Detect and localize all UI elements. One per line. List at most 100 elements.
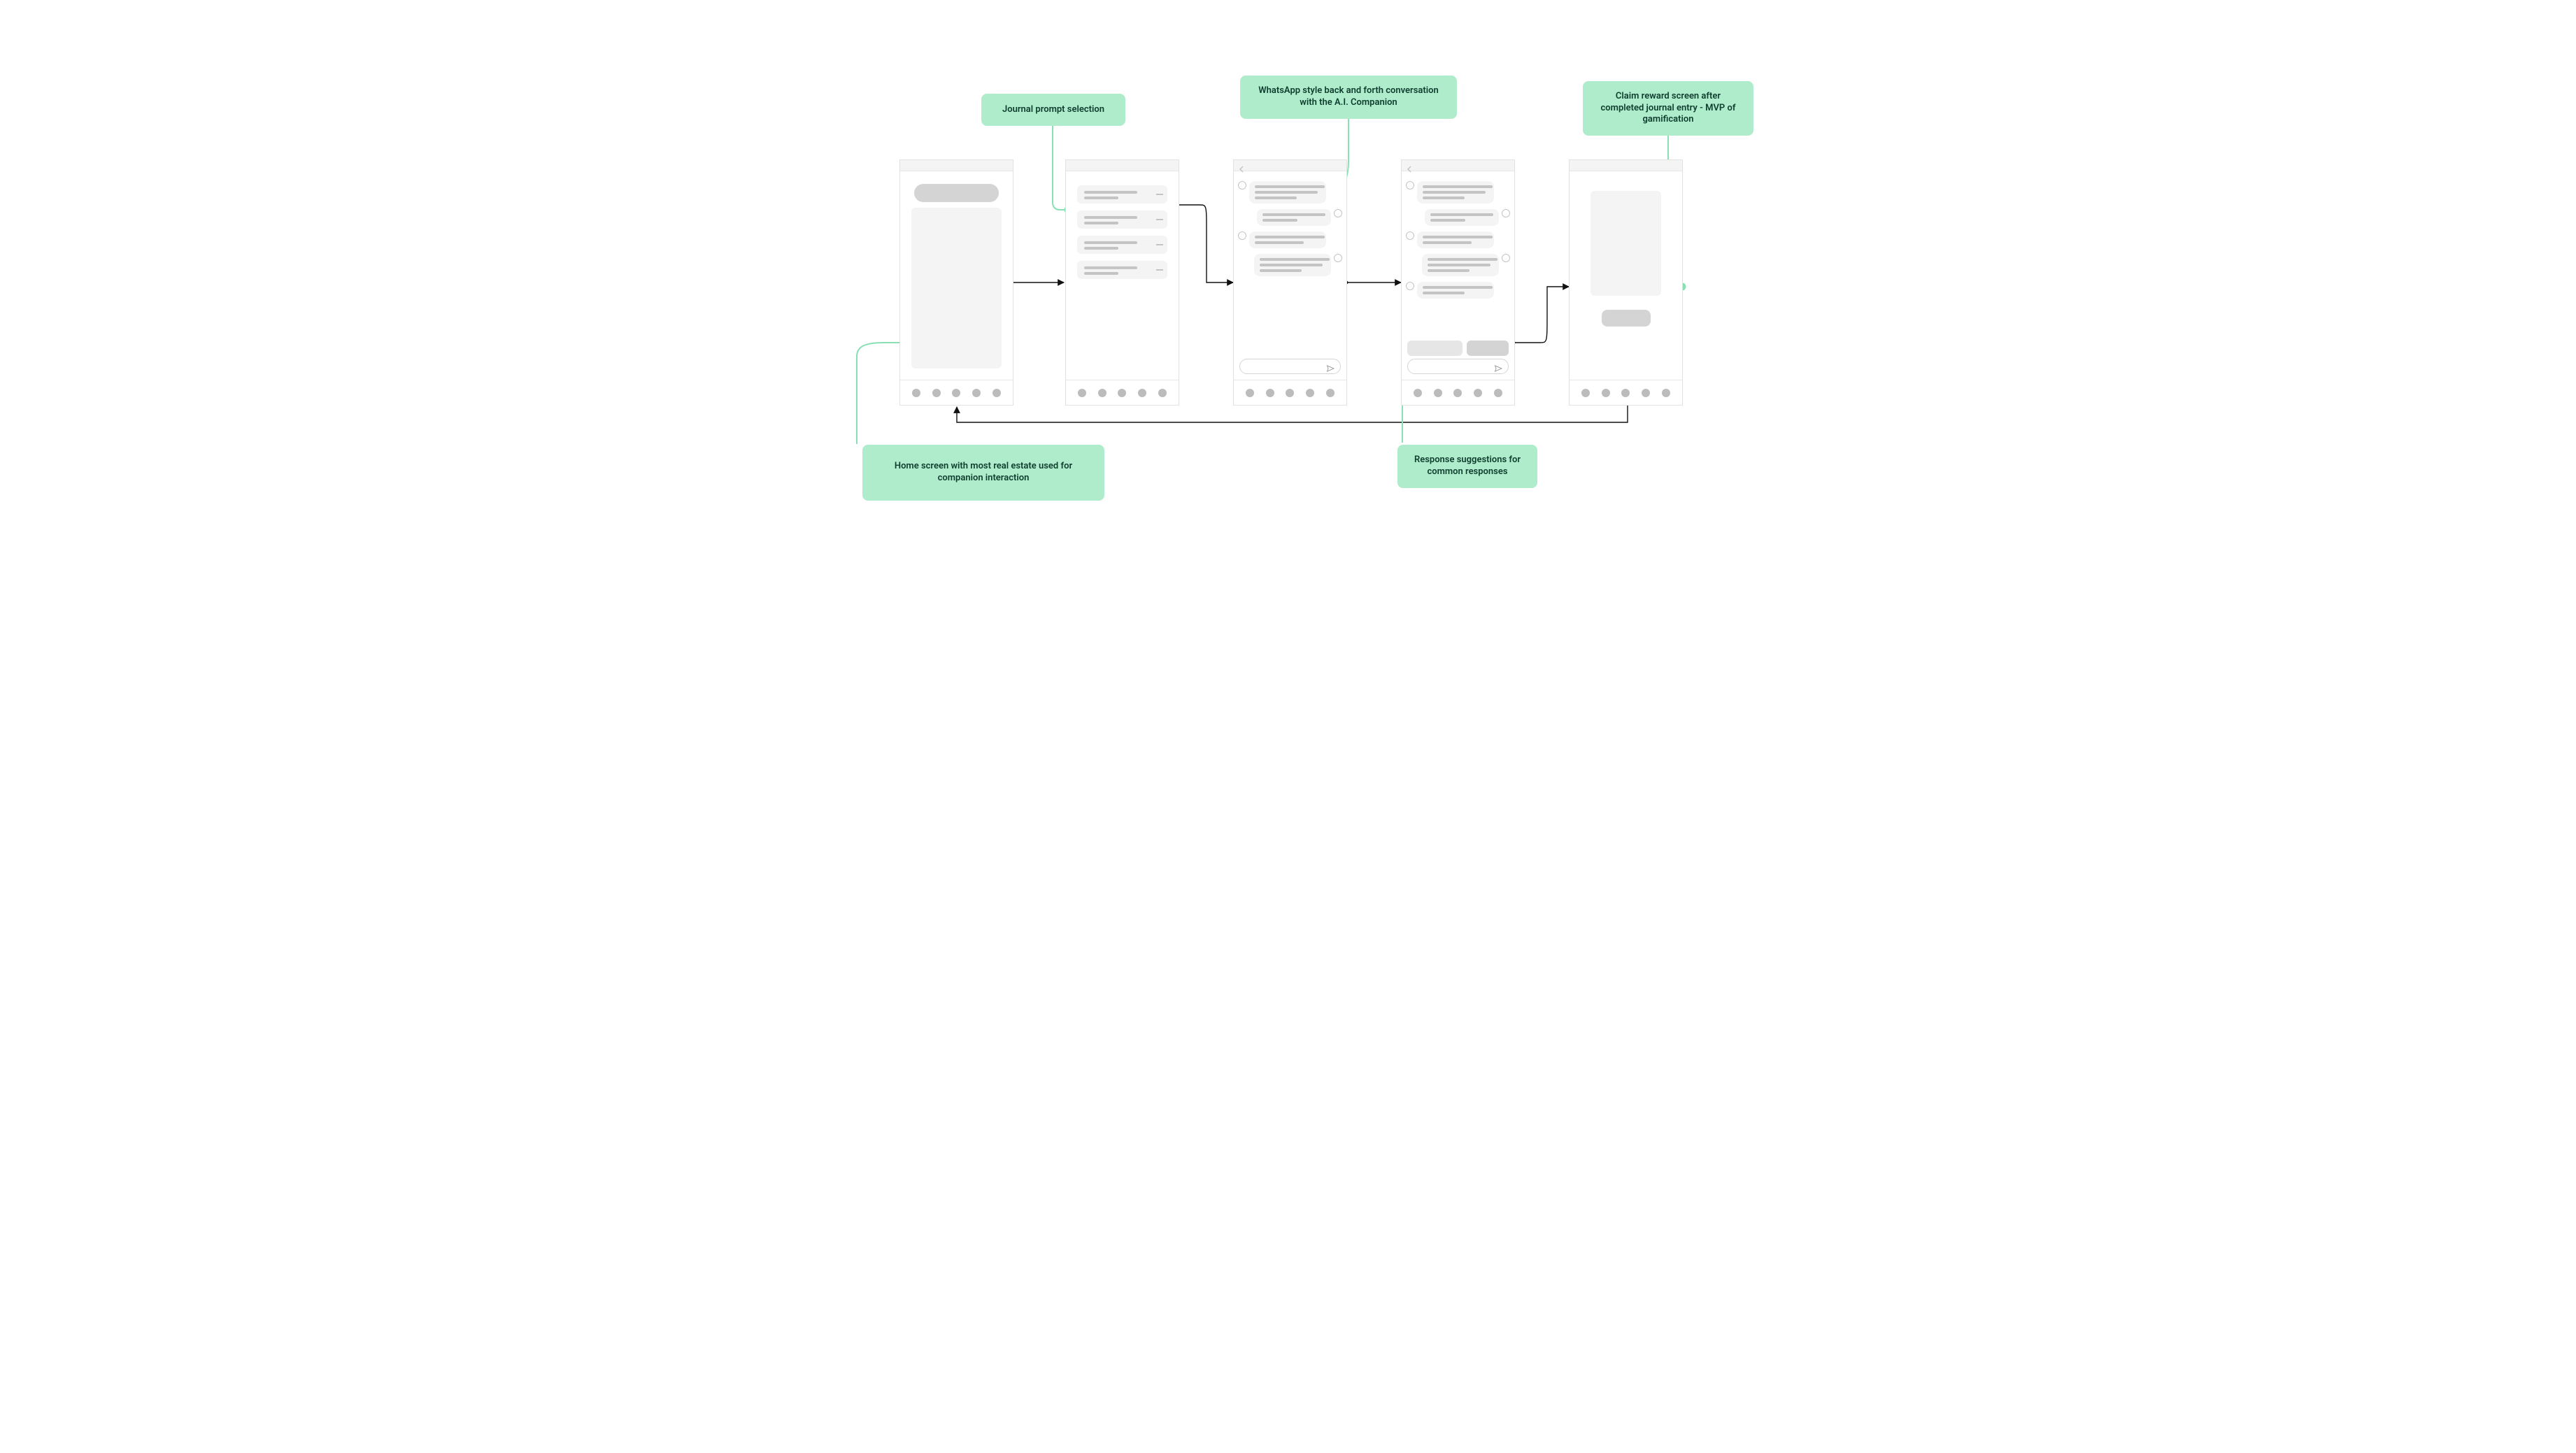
wireflow-diagram: Journal prompt selection WhatsApp style … (773, 0, 1803, 581)
nav-item[interactable] (1246, 389, 1254, 397)
text-line (1084, 266, 1137, 269)
nav-item[interactable] (1474, 389, 1482, 397)
message-bubble (1254, 254, 1331, 276)
screen-chat-suggestions (1401, 159, 1515, 406)
screen-reward (1569, 159, 1683, 406)
message-user (1406, 209, 1510, 226)
nav-item[interactable] (1494, 389, 1502, 397)
avatar-icon (1502, 254, 1510, 262)
screen-chat (1233, 159, 1347, 406)
avatar-icon (1334, 209, 1342, 217)
chevron-right-icon (1156, 219, 1163, 220)
nav-item[interactable] (1266, 389, 1274, 397)
message-input[interactable] (1239, 359, 1341, 374)
nav-item[interactable] (1434, 389, 1442, 397)
message-ai (1406, 282, 1510, 299)
text-line (1084, 222, 1118, 224)
callout-home: Home screen with most real estate used f… (862, 445, 1104, 501)
avatar-icon (1238, 181, 1246, 189)
nav-item[interactable] (952, 389, 960, 397)
nav-item[interactable] (1078, 389, 1086, 397)
message-bubble (1422, 254, 1499, 276)
avatar-icon (1334, 254, 1342, 262)
chevron-right-icon (1156, 269, 1163, 271)
nav-item[interactable] (1602, 389, 1610, 397)
message-ai (1238, 181, 1342, 203)
nav-item[interactable] (1158, 389, 1167, 397)
reward-content (1570, 171, 1682, 380)
message-bubble (1249, 181, 1326, 203)
chat-thread (1234, 171, 1346, 380)
suggestion-chip[interactable] (1407, 341, 1463, 356)
send-icon[interactable] (1494, 362, 1502, 371)
text-line (1084, 191, 1137, 194)
text-line (1084, 196, 1118, 199)
suggestion-chip[interactable] (1467, 341, 1509, 356)
nav-item[interactable] (932, 389, 941, 397)
prompt-list (1066, 171, 1179, 380)
screen-home (899, 159, 1013, 406)
companion-main-panel[interactable] (911, 208, 1002, 368)
nav-item[interactable] (912, 389, 920, 397)
status-bar (1066, 160, 1179, 171)
avatar-icon (1406, 231, 1414, 240)
prompt-item[interactable] (1077, 261, 1167, 279)
message-input[interactable] (1407, 359, 1509, 374)
message-bubble (1257, 209, 1331, 226)
message-ai (1406, 181, 1510, 203)
callout-chat-style: WhatsApp style back and forth conversati… (1240, 76, 1457, 119)
nav-item[interactable] (1621, 389, 1630, 397)
prompt-item[interactable] (1077, 236, 1167, 254)
chat-thread (1402, 171, 1514, 380)
chevron-right-icon (1156, 194, 1163, 195)
home-content (900, 171, 1013, 380)
reward-card (1591, 191, 1661, 296)
text-line (1084, 241, 1137, 244)
nav-item[interactable] (1642, 389, 1650, 397)
avatar-icon (1406, 282, 1414, 290)
status-bar (1234, 160, 1346, 171)
avatar-icon (1502, 209, 1510, 217)
suggestion-row (1407, 341, 1509, 356)
nav-item[interactable] (1326, 389, 1335, 397)
nav-item[interactable] (1118, 389, 1126, 397)
avatar-icon (1238, 231, 1246, 240)
text-line (1084, 272, 1118, 275)
nav-item[interactable] (1306, 389, 1314, 397)
message-ai (1406, 231, 1510, 248)
nav-item[interactable] (972, 389, 981, 397)
status-bar (1570, 160, 1682, 171)
nav-item[interactable] (1286, 389, 1294, 397)
back-icon[interactable] (1238, 162, 1245, 169)
message-bubble (1249, 231, 1326, 248)
text-line (1084, 247, 1118, 250)
message-ai (1238, 231, 1342, 248)
send-icon[interactable] (1326, 362, 1335, 371)
avatar-icon (1406, 181, 1414, 189)
nav-item[interactable] (1453, 389, 1462, 397)
text-line (1084, 216, 1137, 219)
nav-item[interactable] (1138, 389, 1146, 397)
nav-item[interactable] (1662, 389, 1670, 397)
message-bubble (1425, 209, 1499, 226)
nav-item[interactable] (992, 389, 1001, 397)
bottom-nav (1066, 380, 1179, 405)
nav-item[interactable] (1098, 389, 1106, 397)
nav-item[interactable] (1414, 389, 1422, 397)
chevron-right-icon (1156, 244, 1163, 245)
back-icon[interactable] (1406, 162, 1413, 169)
message-bubble (1417, 282, 1494, 299)
status-bar (1402, 160, 1514, 171)
prompt-item[interactable] (1077, 210, 1167, 229)
callout-claim-reward: Claim reward screen after completed jour… (1583, 81, 1753, 136)
bottom-nav (1402, 380, 1514, 405)
status-bar (900, 160, 1013, 171)
screen-prompt-selection (1065, 159, 1179, 406)
message-user (1238, 209, 1342, 226)
nav-item[interactable] (1581, 389, 1590, 397)
message-user (1406, 254, 1510, 276)
callout-suggestions: Response suggestions for common response… (1397, 445, 1537, 488)
claim-reward-button[interactable] (1602, 310, 1651, 327)
message-user (1238, 254, 1342, 276)
prompt-item[interactable] (1077, 185, 1167, 203)
